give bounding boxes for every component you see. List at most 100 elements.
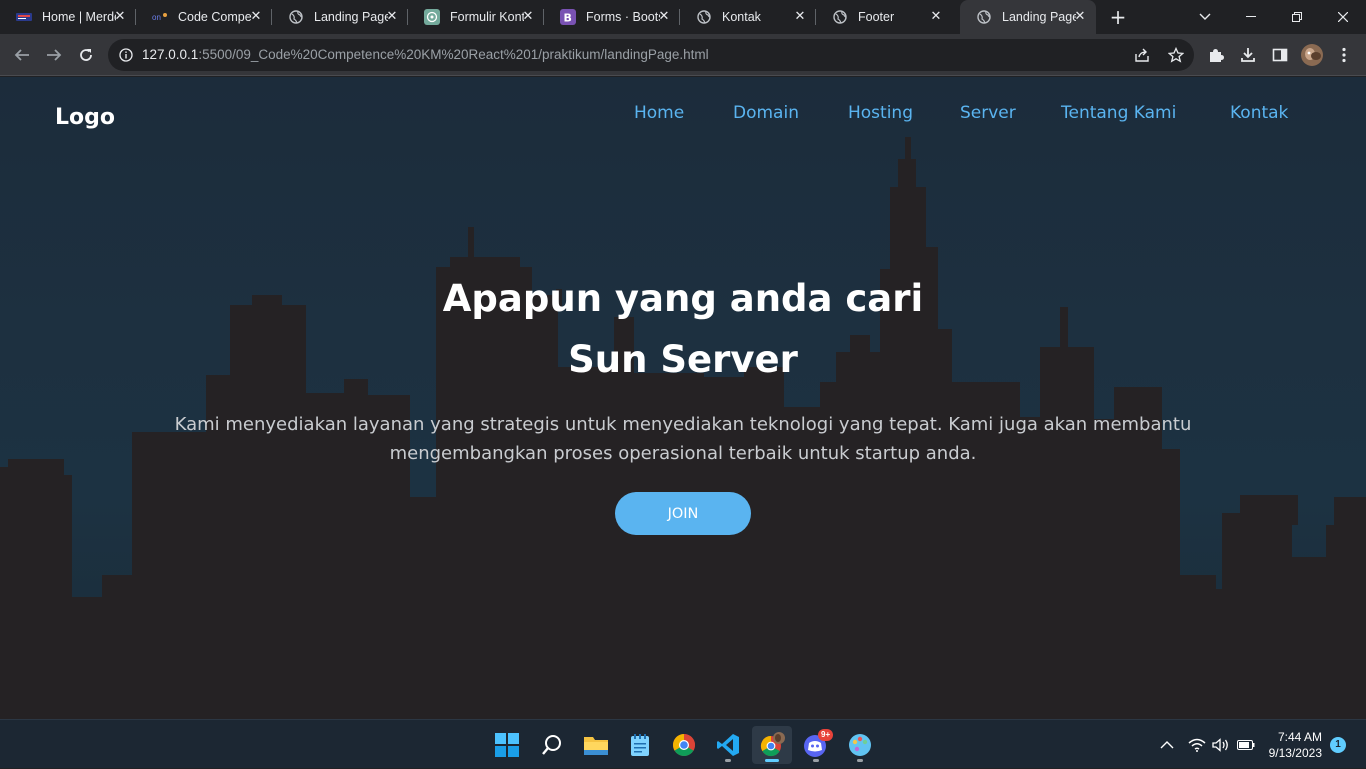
close-icon[interactable]: ✕: [520, 9, 536, 25]
palette-icon: [849, 734, 871, 756]
nav-server[interactable]: Server: [960, 103, 1016, 123]
restore-button[interactable]: [1274, 0, 1320, 34]
address-bar[interactable]: 127.0.0.1:5500/09_Code%20Competence%20KM…: [108, 39, 1194, 71]
tab-code-competence[interactable]: on Code Competence ✕: [136, 0, 272, 34]
restore-icon: [1292, 12, 1302, 22]
landing-page: Logo Home Domain Hosting Server Tentang …: [0, 77, 1366, 719]
chrome-profile-button[interactable]: [752, 726, 792, 764]
tab-kontak[interactable]: Kontak ✕: [680, 0, 816, 34]
menu-button[interactable]: [1330, 41, 1358, 69]
running-indicator: [813, 759, 819, 762]
profile-button[interactable]: [1298, 41, 1326, 69]
site-logo[interactable]: Logo: [55, 105, 115, 130]
svg-text:B: B: [564, 12, 572, 25]
tab-title: Formulir Kontak: [450, 10, 524, 24]
browser-toolbar: 127.0.0.1:5500/09_Code%20Competence%20KM…: [0, 34, 1366, 76]
chevron-down-icon: [1199, 13, 1211, 20]
speaker-icon: [1212, 737, 1228, 752]
start-button[interactable]: [487, 726, 527, 764]
minimize-icon: [1246, 16, 1256, 17]
running-indicator: [725, 759, 731, 762]
url-host: 127.0.0.1: [142, 47, 199, 62]
globe-icon: [832, 9, 848, 25]
city-skyline-background: [0, 137, 1366, 719]
discord-badge: 9+: [818, 729, 834, 741]
discord-button[interactable]: 9+: [796, 726, 836, 764]
search-button[interactable]: [532, 726, 572, 764]
volume-button[interactable]: [1212, 720, 1230, 769]
close-window-button[interactable]: [1320, 0, 1366, 34]
tab-forms-bootstrap[interactable]: B Forms · Bootstrap ✕: [544, 0, 680, 34]
globe-icon: [696, 9, 712, 25]
tab-title: Kontak: [722, 10, 761, 24]
chrome-button[interactable]: [664, 726, 704, 764]
share-icon[interactable]: [1134, 47, 1150, 63]
vscode-button[interactable]: [708, 726, 748, 764]
running-indicator: [765, 759, 779, 762]
nav-domain[interactable]: Domain: [733, 103, 799, 123]
back-button[interactable]: [8, 41, 36, 69]
nav-kontak[interactable]: Kontak: [1230, 103, 1288, 123]
tab-home-merdeka[interactable]: Home | Merdeka ✕: [0, 0, 136, 34]
hero-description-line: Kami menyediakan layanan yang strategis …: [174, 414, 1192, 435]
notepad-button[interactable]: [620, 726, 660, 764]
battery-icon: [1237, 739, 1255, 750]
downloads-button[interactable]: [1234, 41, 1262, 69]
close-icon[interactable]: ✕: [112, 9, 128, 25]
minimize-button[interactable]: [1228, 0, 1274, 34]
extensions-button[interactable]: [1202, 41, 1230, 69]
download-icon: [1241, 48, 1255, 62]
side-panel-icon: [1272, 48, 1288, 62]
notepad-icon: [631, 734, 649, 756]
close-icon[interactable]: ✕: [1072, 9, 1088, 25]
code-favicon-icon: on: [152, 9, 168, 25]
show-hidden-icons-button[interactable]: [1160, 720, 1174, 769]
side-panel-button[interactable]: [1266, 41, 1294, 69]
join-button[interactable]: JOIN: [615, 492, 751, 535]
new-tab-button[interactable]: +: [1106, 5, 1130, 29]
tab-formulir-kontak[interactable]: Formulir Kontak ✕: [408, 0, 544, 34]
vscode-icon: [717, 734, 739, 756]
clock-date: 9/13/2023: [1268, 746, 1322, 760]
chevron-up-icon: [1160, 740, 1174, 748]
puzzle-icon: [1210, 49, 1224, 62]
nav-home[interactable]: Home: [634, 103, 684, 123]
close-icon[interactable]: ✕: [656, 9, 672, 25]
bookmark-star-icon[interactable]: [1168, 47, 1184, 63]
close-icon[interactable]: ✕: [248, 9, 264, 25]
reload-icon: [80, 49, 92, 61]
reload-button[interactable]: [72, 41, 100, 69]
url-text: 127.0.0.1:5500/09_Code%20Competence%20KM…: [142, 47, 709, 62]
paint-button[interactable]: [840, 726, 880, 764]
tab-footer[interactable]: Footer ✕: [816, 0, 952, 34]
kebab-menu-icon: [1342, 47, 1346, 63]
bootstrap-icon: B: [560, 9, 576, 25]
tab-title: Landing Page: [314, 10, 388, 24]
close-icon[interactable]: ✕: [928, 9, 944, 25]
clock-time: 7:44 AM: [1277, 730, 1322, 744]
arrow-right-icon: [47, 49, 62, 61]
battery-button[interactable]: [1237, 720, 1255, 769]
info-icon: [119, 48, 133, 62]
windows-taskbar: 9+ 7:44 AM 9/13/2023 1: [0, 719, 1366, 768]
tab-landing-page-active[interactable]: Landing Page ✕: [960, 0, 1096, 34]
tab-landing-page[interactable]: Landing Page ✕: [272, 0, 408, 34]
clock[interactable]: 7:44 AM 9/13/2023: [1269, 729, 1322, 761]
chrome-icon: [673, 734, 695, 756]
nav-hosting[interactable]: Hosting: [848, 103, 913, 123]
chrome-profile-icon: [760, 732, 785, 757]
close-icon: [1338, 12, 1348, 22]
notification-badge[interactable]: 1: [1330, 737, 1346, 753]
close-icon[interactable]: ✕: [384, 9, 400, 25]
wifi-button[interactable]: [1188, 720, 1206, 769]
hero-subtitle: Sun Server: [568, 338, 798, 381]
wifi-icon: [1188, 738, 1206, 752]
file-explorer-button[interactable]: [576, 726, 616, 764]
tab-search-button[interactable]: [1182, 0, 1228, 34]
globe-icon: [288, 9, 304, 25]
nav-tentang-kami[interactable]: Tentang Kami: [1061, 103, 1176, 123]
forward-button[interactable]: [40, 41, 68, 69]
windows-logo-icon: [495, 733, 519, 757]
tab-title: Landing Page: [1002, 10, 1076, 24]
close-icon[interactable]: ✕: [792, 9, 808, 25]
